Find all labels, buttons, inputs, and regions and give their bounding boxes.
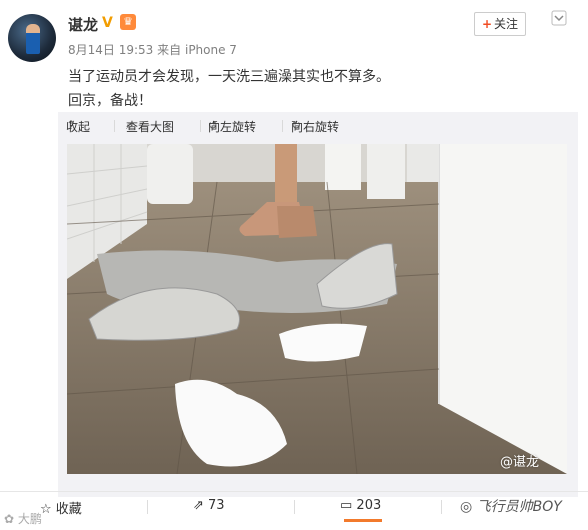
post-text-line-1: 当了运动员才会发现，一天洗三遍澡其实也不算多。 (68, 69, 390, 85)
follow-button[interactable]: + 关注 (474, 12, 526, 36)
active-tab-indicator (344, 519, 382, 522)
weibo-post-card: 谌龙 V ♛ 8月14日 19:53 来自 iPhone 7 + 关注 当了运动员… (0, 0, 588, 530)
rotate-right-label: 向右旋转 (291, 120, 340, 134)
comment-button[interactable]: ▭ 203 (340, 498, 381, 513)
repost-icon: ⇗ (193, 498, 209, 513)
rotate-left-label: 向左旋转 (208, 120, 257, 134)
chevron-down-icon[interactable] (551, 10, 567, 26)
favorite-label: 收藏 (55, 502, 82, 517)
favorite-button[interactable]: ☆ 收藏 (40, 498, 82, 517)
comment-icon: ▭ (340, 498, 357, 513)
star-icon: ☆ (40, 502, 56, 517)
divider (114, 120, 115, 132)
view-large-label: 查看大图 (126, 120, 175, 134)
source-prefix: 来自 (157, 43, 182, 57)
author-name[interactable]: 谌龙 (68, 14, 98, 35)
corner-watermark-text: 飞行员帅BOY (476, 499, 562, 515)
post-source[interactable]: iPhone 7 (185, 43, 237, 57)
collapse-label: 收起 (66, 120, 91, 134)
divider (294, 500, 295, 514)
crown-icon[interactable]: ♛ (120, 14, 136, 30)
wechat-icon: ◎ (460, 499, 477, 515)
post-text-line-2: 回京，备战！ (68, 93, 152, 109)
divider (441, 500, 442, 514)
post-date[interactable]: 8月14日 19:53 (68, 43, 153, 57)
divider (200, 120, 201, 132)
author-avatar[interactable] (8, 14, 56, 62)
post-photo[interactable] (67, 144, 567, 474)
repost-count: 73 (208, 498, 225, 513)
corner-watermark-logo: ✿ 大鹏 (4, 512, 42, 526)
bathroom-floor-image (67, 144, 567, 474)
corner-watermark: ◎ 飞行员帅BOY (460, 496, 562, 516)
repost-button[interactable]: ⇗ 73 (193, 498, 225, 513)
follow-label: 关注 (494, 17, 519, 31)
verified-icon: V (102, 15, 113, 31)
plus-icon: + (481, 17, 493, 31)
divider (282, 120, 283, 132)
post-meta: 8月14日 19:53 来自 iPhone 7 (68, 41, 237, 58)
comment-count: 203 (356, 498, 382, 513)
image-watermark: @谌龙 (500, 455, 540, 470)
divider (147, 500, 148, 514)
